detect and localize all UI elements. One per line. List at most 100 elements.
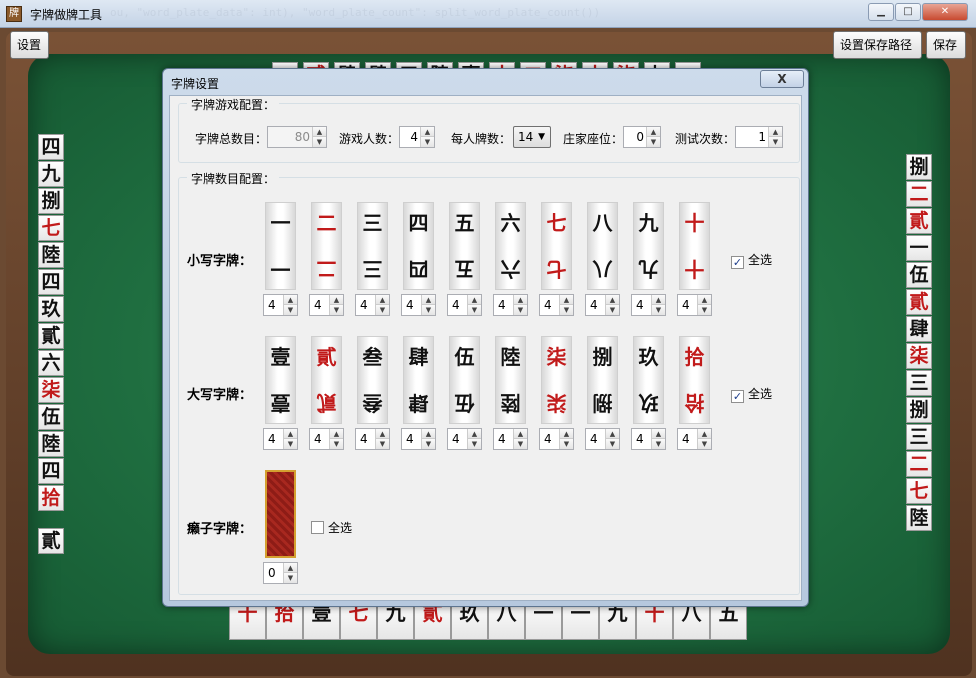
wild-select-all-checkbox[interactable]: 全选	[311, 519, 352, 536]
per-player-select[interactable]: 14 ▼	[513, 126, 551, 148]
count-value[interactable]: 4	[406, 432, 414, 446]
spin-down-icon[interactable]: ▼	[698, 439, 711, 449]
small-count-spinbox[interactable]: 4 ▲ ▼	[263, 294, 298, 316]
small-count-spinbox[interactable]: 4 ▲ ▼	[677, 294, 712, 316]
checkbox-icon[interactable]: ✓	[731, 256, 744, 269]
count-value[interactable]: 4	[544, 298, 552, 312]
small-count-spinbox[interactable]: 4 ▲ ▼	[447, 294, 482, 316]
spin-up-icon[interactable]: ▲	[330, 295, 343, 305]
close-icon[interactable]: ✕	[922, 3, 968, 21]
big-count-spinbox[interactable]: 4 ▲ ▼	[263, 428, 298, 450]
spin-up-icon[interactable]: ▲	[606, 429, 619, 439]
spin-up-icon[interactable]: ▲	[284, 563, 297, 573]
maximize-icon[interactable]: □	[895, 3, 921, 21]
dealer-seat-spinbox[interactable]: 0 ▲ ▼	[623, 126, 661, 148]
save-button[interactable]: 保存	[926, 31, 966, 59]
count-value[interactable]: 4	[682, 432, 690, 446]
small-count-spinbox[interactable]: 4 ▲ ▼	[539, 294, 574, 316]
spin-down-icon[interactable]: ▼	[606, 305, 619, 315]
spin-up-icon[interactable]: ▲	[514, 295, 527, 305]
small-count-spinbox[interactable]: 4 ▲ ▼	[631, 294, 666, 316]
count-value[interactable]: 4	[498, 298, 506, 312]
spin-up-icon[interactable]: ▲	[698, 429, 711, 439]
spin-down-icon[interactable]: ▼	[421, 137, 434, 147]
count-value[interactable]: 4	[452, 432, 460, 446]
big-count-spinbox[interactable]: 4 ▲ ▼	[447, 428, 482, 450]
spin-up-icon[interactable]: ▲	[652, 295, 665, 305]
minimize-icon[interactable]: ▁	[868, 3, 894, 21]
count-value[interactable]: 4	[636, 432, 644, 446]
big-count-spinbox[interactable]: 4 ▲ ▼	[631, 428, 666, 450]
small-count-spinbox[interactable]: 4 ▲ ▼	[355, 294, 390, 316]
count-value[interactable]: 4	[544, 432, 552, 446]
count-value[interactable]: 4	[406, 298, 414, 312]
spin-up-icon[interactable]: ▲	[330, 429, 343, 439]
spin-down-icon[interactable]: ▼	[330, 439, 343, 449]
spin-up-icon[interactable]: ▲	[284, 429, 297, 439]
spin-down-icon[interactable]: ▼	[698, 305, 711, 315]
count-value[interactable]: 4	[268, 298, 276, 312]
spin-down-icon[interactable]: ▼	[376, 439, 389, 449]
settings-button[interactable]: 设置	[10, 31, 49, 59]
spin-down-icon[interactable]: ▼	[468, 439, 481, 449]
count-value[interactable]: 4	[498, 432, 506, 446]
small-count-spinbox[interactable]: 4 ▲ ▼	[401, 294, 436, 316]
checkbox-icon[interactable]	[311, 521, 324, 534]
spin-down-icon[interactable]: ▼	[376, 305, 389, 315]
count-value[interactable]: 4	[590, 298, 598, 312]
spin-up-icon[interactable]: ▲	[422, 295, 435, 305]
spin-down-icon[interactable]: ▼	[560, 439, 573, 449]
count-value[interactable]: 4	[590, 432, 598, 446]
big-count-spinbox[interactable]: 4 ▲ ▼	[309, 428, 344, 450]
spin-up-icon[interactable]: ▲	[422, 429, 435, 439]
spin-up-icon[interactable]: ▲	[652, 429, 665, 439]
spin-down-icon[interactable]: ▼	[652, 439, 665, 449]
spin-up-icon[interactable]: ▲	[647, 127, 660, 137]
spin-up-icon[interactable]: ▲	[560, 429, 573, 439]
players-spinbox[interactable]: 4 ▲ ▼	[399, 126, 435, 148]
spin-up-icon[interactable]: ▲	[698, 295, 711, 305]
small-count-spinbox[interactable]: 4 ▲ ▼	[585, 294, 620, 316]
spin-up-icon[interactable]: ▲	[421, 127, 434, 137]
spin-down-icon[interactable]: ▼	[769, 137, 782, 147]
test-count-spinbox[interactable]: 1 ▲ ▼	[735, 126, 783, 148]
spin-down-icon[interactable]: ▼	[647, 137, 660, 147]
big-count-spinbox[interactable]: 4 ▲ ▼	[539, 428, 574, 450]
big-select-all-checkbox[interactable]: ✓ 全选	[731, 385, 772, 403]
checkbox-icon[interactable]: ✓	[731, 390, 744, 403]
spin-down-icon[interactable]: ▼	[422, 439, 435, 449]
spin-down-icon[interactable]: ▼	[514, 439, 527, 449]
count-value[interactable]: 4	[360, 298, 368, 312]
count-value[interactable]: 4	[452, 298, 460, 312]
spin-up-icon[interactable]: ▲	[606, 295, 619, 305]
wild-count-spinbox[interactable]: 0 ▲ ▼	[263, 562, 298, 584]
spin-down-icon[interactable]: ▼	[514, 305, 527, 315]
title-bar[interactable]: 牌 字牌做牌工具 ou, "word_plate_data": int), "w…	[0, 0, 976, 28]
spin-up-icon[interactable]: ▲	[468, 295, 481, 305]
big-count-spinbox[interactable]: 4 ▲ ▼	[677, 428, 712, 450]
spin-up-icon[interactable]: ▲	[560, 295, 573, 305]
spin-up-icon[interactable]: ▲	[376, 429, 389, 439]
spin-up-icon[interactable]: ▲	[468, 429, 481, 439]
count-value[interactable]: 4	[314, 432, 322, 446]
big-count-spinbox[interactable]: 4 ▲ ▼	[585, 428, 620, 450]
count-value[interactable]: 4	[314, 298, 322, 312]
small-select-all-checkbox[interactable]: ✓ 全选	[731, 251, 772, 269]
spin-down-icon[interactable]: ▼	[284, 439, 297, 449]
big-count-spinbox[interactable]: 4 ▲ ▼	[493, 428, 528, 450]
small-count-spinbox[interactable]: 4 ▲ ▼	[493, 294, 528, 316]
spin-up-icon[interactable]: ▲	[769, 127, 782, 137]
count-value[interactable]: 4	[682, 298, 690, 312]
spin-down-icon[interactable]: ▼	[422, 305, 435, 315]
count-value[interactable]: 4	[360, 432, 368, 446]
small-count-spinbox[interactable]: 4 ▲ ▼	[309, 294, 344, 316]
big-count-spinbox[interactable]: 4 ▲ ▼	[355, 428, 390, 450]
spin-down-icon[interactable]: ▼	[468, 305, 481, 315]
spin-down-icon[interactable]: ▼	[284, 573, 297, 583]
spin-down-icon[interactable]: ▼	[330, 305, 343, 315]
spin-up-icon[interactable]: ▲	[376, 295, 389, 305]
big-count-spinbox[interactable]: 4 ▲ ▼	[401, 428, 436, 450]
spin-up-icon[interactable]: ▲	[284, 295, 297, 305]
set-save-path-button[interactable]: 设置保存路径	[833, 31, 922, 59]
dialog-close-button[interactable]: X	[760, 70, 804, 88]
